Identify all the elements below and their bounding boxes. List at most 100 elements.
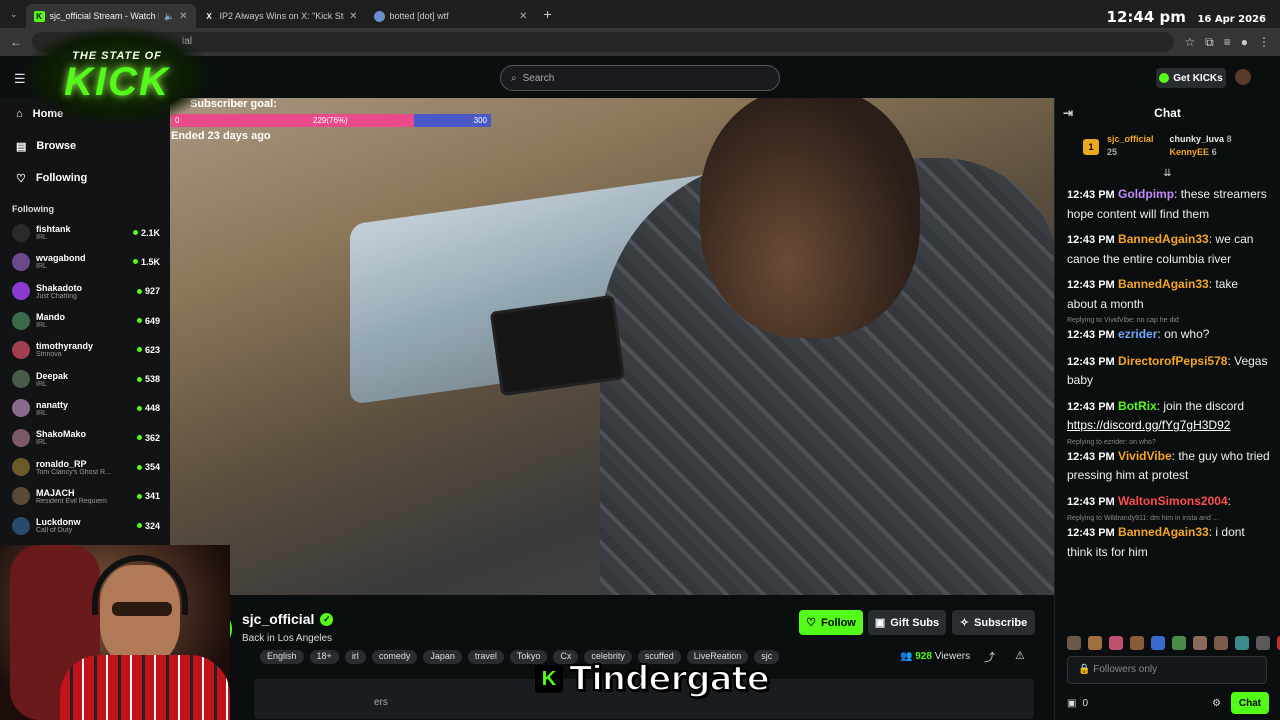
- back-icon[interactable]: ←: [10, 35, 22, 49]
- send-chat-button[interactable]: Chat: [1231, 692, 1269, 714]
- media-controls-icon[interactable]: ≡: [1224, 35, 1231, 49]
- message-user[interactable]: BannedAgain33: [1118, 525, 1209, 539]
- stream-tag[interactable]: irl: [344, 650, 366, 664]
- message-user[interactable]: BotRix: [1118, 399, 1157, 413]
- gifter-row[interactable]: KennyEE 6: [1170, 147, 1232, 157]
- gifter-name: KennyEE: [1169, 147, 1210, 157]
- stream-tag[interactable]: travel: [467, 650, 504, 664]
- get-kicks-button[interactable]: Get KICKs: [1156, 68, 1226, 88]
- tab-title: sjc_official Stream - Watch Li: [49, 11, 160, 21]
- tab-botted[interactable]: botted [dot] wtf ✕: [366, 4, 536, 28]
- subscribe-button[interactable]: ✧ Subscribe: [952, 610, 1035, 635]
- star-icon: ✧: [959, 617, 970, 629]
- message-link[interactable]: https://discord.gg/fYg7gH3D92: [1067, 418, 1230, 432]
- sidebar-channel[interactable]: timothyrandy Strinova 623: [0, 335, 170, 364]
- message-user[interactable]: ezrider: [1118, 327, 1157, 341]
- emote-icon[interactable]: [1235, 636, 1249, 650]
- sidebar-channel[interactable]: Luckdonw Call of Duty 324: [0, 511, 170, 540]
- channel-name: ronaldo_RP: [36, 458, 87, 469]
- viewers-icon: 👥: [900, 651, 913, 662]
- browser-menu-icon[interactable]: ⋮: [1258, 35, 1270, 49]
- channel-viewers: 362: [136, 433, 160, 443]
- sidebar-item-browse[interactable]: ▤ Browse: [0, 130, 170, 162]
- settings-icon[interactable]: ⚙: [1212, 698, 1221, 709]
- stream-tag[interactable]: English: [260, 650, 304, 664]
- video-player[interactable]: [170, 98, 1054, 595]
- channel-viewer-count: 538: [144, 374, 160, 385]
- clock-overlay: 12:44 pm 16 Apr 2026: [1107, 7, 1266, 26]
- channel-viewer-count: 324: [144, 520, 160, 531]
- emote-icon[interactable]: [1172, 636, 1186, 650]
- live-dot-icon: [136, 493, 142, 499]
- top-gifter[interactable]: sjc_official 25: [1107, 134, 1154, 176]
- gifter-row[interactable]: chunky_luva 8: [1170, 134, 1232, 144]
- user-avatar[interactable]: [1235, 69, 1251, 85]
- new-tab-icon[interactable]: +: [544, 6, 552, 22]
- stream-tag[interactable]: comedy: [371, 650, 418, 664]
- sidebar-channel[interactable]: Mando IRL 649: [0, 306, 170, 335]
- kick-favicon-icon: K: [33, 10, 45, 22]
- emote-icon[interactable]: [1109, 636, 1123, 650]
- message-user[interactable]: BannedAgain33: [1118, 232, 1209, 246]
- chat-input[interactable]: 🔒 Followers only: [1067, 656, 1267, 684]
- emote-icon[interactable]: [1214, 636, 1228, 650]
- channel-viewer-count: 341: [144, 491, 160, 502]
- emote-icon[interactable]: [1130, 636, 1144, 650]
- tab-close-icon[interactable]: ✕: [349, 11, 357, 22]
- sidebar-channel[interactable]: fishtank IRL 2.1K: [0, 218, 170, 247]
- bookmark-star-icon[interactable]: ☆: [1184, 35, 1195, 49]
- sidebar-item-following[interactable]: ♡ Following: [0, 162, 170, 194]
- caption-text: Tindergate: [568, 658, 771, 700]
- top-gifter-count: 25: [1107, 147, 1118, 157]
- message-user[interactable]: VividVibe: [1118, 449, 1172, 463]
- tab-x[interactable]: X IP2 Always Wins on X: "Kick Str ✕: [196, 4, 366, 28]
- sidebar-channel[interactable]: ronaldo_RP Tom Clancy's Ghost R... 354: [0, 452, 170, 481]
- plaid-shirt: [60, 655, 230, 720]
- message-user[interactable]: BannedAgain33: [1118, 277, 1209, 291]
- profile-icon[interactable]: ●: [1241, 35, 1248, 49]
- channel-info: nanatty IRL: [36, 400, 131, 417]
- tab-close-icon[interactable]: ✕: [519, 11, 527, 22]
- following-channel-list: fishtank IRL 2.1K wvagabond IRL 1.5K Sha…: [0, 218, 170, 599]
- sidebar-channel[interactable]: nanatty IRL 448: [0, 394, 170, 423]
- search-input[interactable]: ⌕ Search: [500, 65, 780, 91]
- tab-list-chevron-icon[interactable]: ⌄: [0, 9, 26, 20]
- channel-viewer-count: 1.5K: [140, 256, 160, 267]
- emote-icon[interactable]: [1088, 636, 1102, 650]
- message-user[interactable]: DirectorofPepsi578: [1118, 354, 1227, 368]
- sidebar-channel[interactable]: wvagabond IRL 1.5K: [0, 247, 170, 276]
- sidebar-channel[interactable]: Shakadoto Just Chatting 927: [0, 277, 170, 306]
- stream-tag[interactable]: 18+: [309, 650, 339, 664]
- gift-subs-button[interactable]: ▣ Gift Subs: [868, 610, 946, 635]
- speaker-icon[interactable]: 🔈: [164, 12, 174, 21]
- tab-close-icon[interactable]: ✕: [179, 11, 187, 22]
- tab-kick[interactable]: K sjc_official Stream - Watch Li 🔈 ✕: [25, 4, 196, 28]
- subscribe-label: Subscribe: [974, 616, 1028, 629]
- message-user[interactable]: WaltonSimons2004: [1118, 494, 1228, 508]
- stream-tag[interactable]: Japan: [423, 650, 462, 664]
- report-icon[interactable]: ⚠: [1015, 649, 1025, 662]
- emote-icon[interactable]: [1067, 636, 1081, 650]
- message-time: 12:43 PM: [1067, 495, 1115, 508]
- pinned-toggle-icon[interactable]: ⇊: [1055, 168, 1280, 179]
- chat-messages: 12:43 PM Goldpimp: these streamers hope …: [1055, 179, 1280, 561]
- emote-icon[interactable]: [1256, 636, 1270, 650]
- sidebar-channel[interactable]: Deepak IRL 538: [0, 364, 170, 393]
- gifter-count: 8: [1226, 134, 1232, 144]
- streamer-name[interactable]: sjc_official: [242, 611, 314, 627]
- follow-button[interactable]: ♡ Follow: [799, 610, 863, 635]
- channel-info: Luckdonw Call of Duty: [36, 517, 131, 534]
- collapse-chat-icon[interactable]: ⇥: [1063, 106, 1073, 120]
- sidebar-channel[interactable]: MAJACH Resident Evil Requiem 341: [0, 482, 170, 511]
- share-icon[interactable]: ⤴: [984, 649, 995, 665]
- emote-icon[interactable]: [1193, 636, 1207, 650]
- extensions-icon[interactable]: ⧉: [1205, 35, 1214, 50]
- channel-name: MAJACH: [36, 487, 75, 498]
- dashboard-phone: [489, 294, 626, 397]
- sidebar-channel[interactable]: ShakoMako IRL 362: [0, 423, 170, 452]
- points-icon[interactable]: ▣: [1067, 698, 1076, 709]
- send-label: Chat: [1238, 697, 1262, 709]
- emote-icon[interactable]: [1151, 636, 1165, 650]
- channel-avatar: [12, 311, 30, 330]
- message-user[interactable]: Goldpimp: [1118, 187, 1174, 201]
